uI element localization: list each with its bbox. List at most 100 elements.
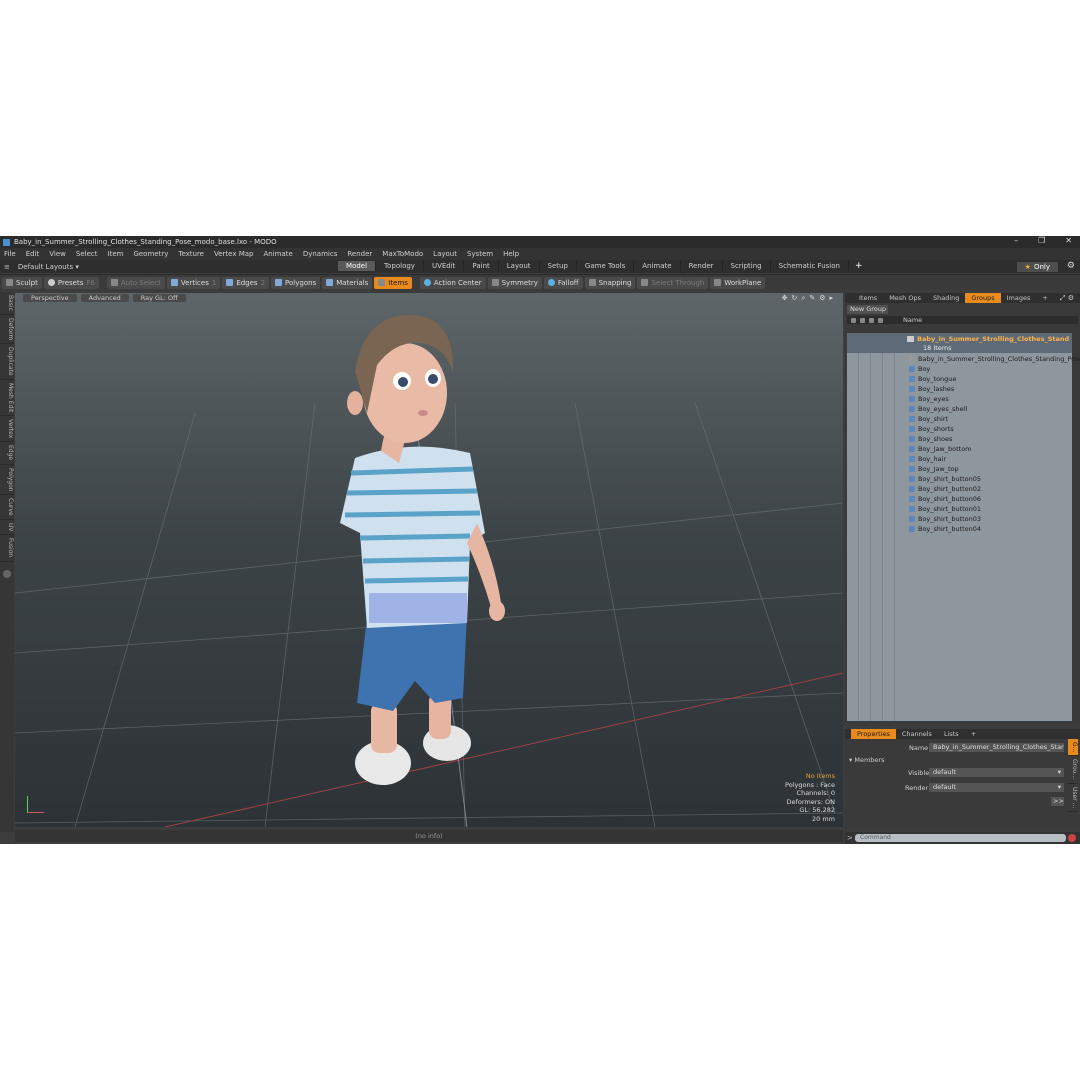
vertices-button[interactable]: Vertices 1: [166, 276, 221, 289]
side-tab-groups[interactable]: Grou...: [1068, 756, 1078, 784]
list-item[interactable]: Boy_shirt_button06: [909, 494, 981, 504]
materials-button[interactable]: Materials: [322, 276, 373, 289]
group-row[interactable]: Baby_in_Summer_Strolling_Clothes_Standin…: [847, 333, 1072, 353]
select-through-button[interactable]: Select Through: [637, 276, 709, 289]
menu-help[interactable]: Help: [503, 250, 519, 258]
tab-setup[interactable]: Setup: [540, 261, 577, 271]
menu-view[interactable]: View: [49, 250, 66, 258]
menu-animate[interactable]: Animate: [263, 250, 292, 258]
visibility-col-icon[interactable]: [851, 317, 856, 323]
menu-render[interactable]: Render: [347, 250, 372, 258]
auto-select-button[interactable]: Auto Select: [106, 276, 165, 289]
edges-button[interactable]: Edges 2: [222, 276, 270, 289]
side-tab-polygon[interactable]: Polygon: [0, 465, 14, 496]
workplane-button[interactable]: WorkPlane: [710, 276, 766, 289]
raygl-toggle[interactable]: Ray GL: Off: [132, 294, 186, 302]
tab-shading[interactable]: Shading: [927, 293, 965, 303]
list-item[interactable]: Baby_in_Summer_Strolling_Clothes_Standin…: [909, 354, 1080, 364]
menu-file[interactable]: File: [4, 250, 16, 258]
presets-button[interactable]: Presets F6: [43, 276, 99, 289]
members-section[interactable]: ▾ Members: [849, 756, 884, 764]
snapping-button[interactable]: Snapping: [584, 276, 636, 289]
only-toggle[interactable]: ★ Only: [1016, 262, 1058, 272]
rotate-icon[interactable]: ↻: [792, 294, 798, 303]
menu-select[interactable]: Select: [76, 250, 98, 258]
expand-button[interactable]: >>: [1051, 797, 1064, 806]
shading-dropdown[interactable]: Advanced: [80, 294, 129, 302]
minimize-button[interactable]: –: [1014, 236, 1018, 245]
list-item[interactable]: Boy_eyes: [909, 394, 949, 404]
menu-texture[interactable]: Texture: [178, 250, 204, 258]
side-tab-curve[interactable]: Curve: [0, 495, 14, 520]
viewport-menu-icon[interactable]: ▸: [829, 294, 833, 303]
command-record-icon[interactable]: [1068, 834, 1076, 842]
list-item[interactable]: Boy_tongue: [909, 374, 956, 384]
side-tab-user[interactable]: User ...: [1068, 784, 1078, 812]
list-item[interactable]: Boy_shirt: [909, 414, 948, 424]
side-tab-deform[interactable]: Deform: [0, 315, 14, 345]
pan-icon[interactable]: ✥: [782, 294, 788, 303]
close-button[interactable]: ✕: [1065, 236, 1072, 245]
list-item[interactable]: Boy_lashes: [909, 384, 954, 394]
side-tab-basic[interactable]: Basic: [0, 292, 14, 315]
list-item[interactable]: Boy_shirt_button04: [909, 524, 981, 534]
add-panel-tab-button[interactable]: +: [1036, 293, 1053, 303]
tab-paint[interactable]: Paint: [464, 261, 499, 271]
side-tab-edge[interactable]: Edge: [0, 442, 14, 465]
name-field[interactable]: Baby_in_Summer_Strolling_Clothes_Standin…: [929, 743, 1064, 752]
perspective-dropdown[interactable]: Perspective: [23, 294, 77, 302]
tab-groups[interactable]: Groups: [965, 293, 1001, 303]
select-col-icon[interactable]: [869, 317, 874, 323]
list-item[interactable]: Boy_shorts: [909, 424, 954, 434]
tab-items[interactable]: Items: [853, 293, 883, 303]
maximize-button[interactable]: ❐: [1038, 236, 1045, 245]
tab-model[interactable]: Model: [338, 261, 377, 271]
add-properties-tab-button[interactable]: +: [965, 729, 982, 739]
tab-channels[interactable]: Channels: [896, 729, 938, 739]
sculpt-button[interactable]: Sculpt: [2, 276, 42, 289]
gear-icon[interactable]: ⚙: [1067, 261, 1075, 271]
menu-geometry[interactable]: Geometry: [133, 250, 168, 258]
menu-maxtomodo[interactable]: MaxToModo: [382, 250, 423, 258]
add-layout-tab-button[interactable]: +: [855, 261, 863, 271]
tab-lists[interactable]: Lists: [938, 729, 965, 739]
render-col-icon[interactable]: [860, 317, 865, 323]
list-item[interactable]: Boy_shirt_button03: [909, 514, 981, 524]
side-tab-duplicate[interactable]: Duplicate: [0, 344, 14, 380]
list-item[interactable]: Boy_shirt_button05: [909, 474, 981, 484]
tab-images[interactable]: Images: [1001, 293, 1037, 303]
lock-col-icon[interactable]: [878, 317, 883, 323]
render-dropdown[interactable]: default ▾: [929, 783, 1064, 792]
list-item[interactable]: Boy_Jaw_bottom: [909, 444, 972, 454]
tab-schematic-fusion[interactable]: Schematic Fusion: [771, 261, 849, 271]
side-tab-toggle-icon[interactable]: [3, 569, 11, 578]
list-item[interactable]: Boy_shirt_button01: [909, 504, 981, 514]
menu-system[interactable]: System: [467, 250, 493, 258]
list-item[interactable]: Boy_Jaw_top: [909, 464, 959, 474]
viewport-gear-icon[interactable]: ⚙: [819, 294, 825, 303]
panel-expand-icon[interactable]: ⤢ ⚙: [1060, 294, 1074, 303]
command-input[interactable]: Command: [855, 834, 1066, 842]
falloff-button[interactable]: Falloff: [543, 276, 583, 289]
symmetry-button[interactable]: Symmetry: [487, 276, 542, 289]
side-tab-fusion[interactable]: Fusion: [0, 535, 14, 562]
list-item[interactable]: Boy_shirt_button02: [909, 484, 981, 494]
tab-mesh-ops[interactable]: Mesh Ops: [883, 293, 927, 303]
menu-layout[interactable]: Layout: [433, 250, 457, 258]
name-column-header[interactable]: Name: [903, 316, 922, 324]
tab-uvedit[interactable]: UVEdit: [424, 261, 465, 271]
list-item[interactable]: Boy_shoes: [909, 434, 952, 444]
new-group-button[interactable]: New Group: [847, 305, 888, 314]
action-center-button[interactable]: Action Center: [419, 276, 486, 289]
menu-vertex-map[interactable]: Vertex Map: [214, 250, 254, 258]
visible-dropdown[interactable]: default ▾: [929, 768, 1064, 777]
tab-render[interactable]: Render: [681, 261, 723, 271]
menu-edit[interactable]: Edit: [26, 250, 40, 258]
tab-scripting[interactable]: Scripting: [723, 261, 771, 271]
side-tab-mesh-edit[interactable]: Mesh Edit: [0, 380, 14, 417]
menu-item[interactable]: Item: [108, 250, 124, 258]
items-button[interactable]: Items: [374, 276, 412, 289]
zoom-icon[interactable]: ⌕: [801, 294, 805, 303]
tab-properties[interactable]: Properties: [851, 729, 896, 739]
list-item[interactable]: Boy_eyes_shell: [909, 404, 967, 414]
